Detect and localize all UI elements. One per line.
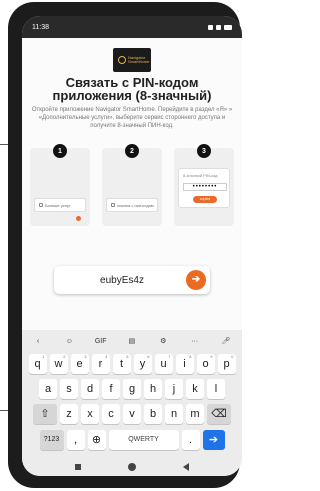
app-content: Navigator SmartHome Связать с PIN-кодом … [22,38,242,330]
pin-card: 8-значный PIN-код •••••••• copied [178,168,230,208]
space-key[interactable]: QWERTY [108,430,179,450]
battery-icon [224,24,232,30]
phone-screen: 11:38 Navigator SmartHome Связать с PIN-… [22,16,242,476]
key-y[interactable]: y6 [133,354,152,374]
microphone-icon[interactable]: 🎤︎ [218,334,234,348]
keyboard: ‹ ☺ GIF ▤ ⚙ ··· 🎤︎ q1 w2 e3 r4 t5 y6 u7 … [22,330,242,458]
globe-key[interactable]: ⊕ [87,430,106,450]
keyboard-row-1: q1 w2 e3 r4 t5 y6 u7 i8 o9 p0 [22,354,242,374]
pin-label: 8-значный PIN-код [183,173,218,178]
backspace-icon: ⌫ [211,408,227,420]
key-v[interactable]: v [123,404,141,424]
keyboard-row-4: ?123 , ⊕ QWERTY . ➔ [22,430,242,450]
arrow-right-icon: ➔ [191,274,201,285]
home-icon[interactable] [127,463,136,471]
step-1-menu-item: Больше услуг [34,198,86,212]
submit-button[interactable]: ➔ [186,270,206,290]
keyboard-row-2: a s d f g h j k l [22,379,242,399]
enter-key[interactable]: ➔ [202,430,225,450]
keyboard-back-icon[interactable]: ‹ [30,334,46,348]
period-key[interactable]: . [181,430,200,450]
key-f[interactable]: f [102,379,120,399]
keyboard-toolbar: ‹ ☺ GIF ▤ ⚙ ··· 🎤︎ [22,330,242,352]
key-o[interactable]: o9 [196,354,215,374]
status-icons [208,24,232,30]
key-q[interactable]: q1 [28,354,47,374]
step-card-1: 1 Больше услуг [30,144,90,226]
key-x[interactable]: x [81,404,99,424]
key-t[interactable]: t5 [112,354,131,374]
shift-key[interactable]: ⇧ [33,404,57,424]
indicator-dot-icon [76,216,81,221]
checkbox-icon [111,203,115,207]
key-c[interactable]: c [102,404,120,424]
step-number: 2 [125,144,139,158]
status-time: 11:38 [32,23,49,31]
wifi-icon [216,24,221,30]
step-1-label: Больше услуг [45,202,71,208]
pin-value: •••••••• [183,183,227,191]
key-r[interactable]: r4 [91,354,110,374]
key-p[interactable]: p0 [217,354,236,374]
key-k[interactable]: k [186,379,204,399]
key-l[interactable]: l [207,379,225,399]
pin-code-input[interactable] [62,270,182,290]
system-nav-bar [22,458,242,476]
key-n[interactable]: n [165,404,183,424]
key-a[interactable]: a [39,379,57,399]
key-d[interactable]: d [81,379,99,399]
status-bar: 11:38 [22,16,242,38]
gear-icon[interactable]: ⚙ [155,334,171,348]
step-2-menu-item: ссылка с пин-кодом [106,198,158,212]
navigator-logo: Navigator SmartHome [113,48,151,72]
key-j[interactable]: j [165,379,183,399]
step-2-label: ссылка с пин-кодом [117,202,154,208]
step-card-3: 3 8-значный PIN-код •••••••• copied [174,144,234,226]
clipboard-icon[interactable]: ▤ [124,334,140,348]
logo-text: Navigator SmartHome [128,55,150,64]
key-g[interactable]: g [123,379,141,399]
more-icon[interactable]: ··· [187,334,203,348]
logo-mark-icon [118,56,126,64]
keyboard-row-3: ⇧ z x c v b n m ⌫ [22,404,242,424]
page-title: Связать с PIN-кодом приложения (8-значны… [52,75,212,103]
gif-button[interactable]: GIF [93,334,109,348]
comma-key[interactable]: , [66,430,85,450]
pin-code-field: ➔ [54,266,210,294]
key-m[interactable]: m [186,404,204,424]
key-h[interactable]: h [144,379,162,399]
backspace-key[interactable]: ⌫ [207,404,231,424]
key-w[interactable]: w2 [49,354,68,374]
key-b[interactable]: b [144,404,162,424]
sticker-icon[interactable]: ☺ [61,334,77,348]
key-u[interactable]: u7 [154,354,173,374]
checkbox-icon [39,203,43,207]
phone-frame: 11:38 Navigator SmartHome Связать с PIN-… [8,2,242,488]
signal-icon [208,24,213,30]
globe-icon: ⊕ [91,434,102,446]
pin-copy-button: copied [193,196,217,203]
back-icon[interactable] [182,463,189,471]
enter-arrow-icon: ➔ [208,434,219,446]
page-description: Откройте приложение Navigator SmartHome.… [31,107,233,129]
recents-icon[interactable] [75,464,82,470]
key-i[interactable]: i8 [175,354,194,374]
key-z[interactable]: z [60,404,78,424]
key-s[interactable]: s [60,379,78,399]
step-card-2: 2 ссылка с пин-кодом [102,144,162,226]
key-e[interactable]: e3 [70,354,89,374]
shift-icon: ⇧ [40,408,50,420]
step-number: 3 [197,144,211,158]
step-number: 1 [53,144,67,158]
symbols-key[interactable]: ?123 [39,430,64,450]
